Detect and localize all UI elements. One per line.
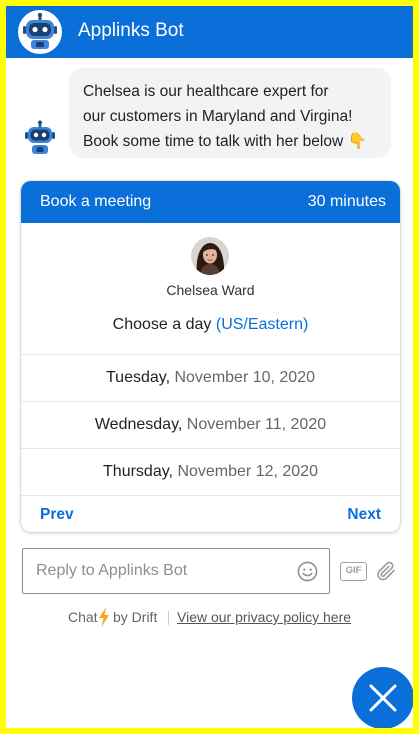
paperclip-icon[interactable]: [374, 559, 398, 583]
day-weekday: Wednesday,: [94, 416, 183, 433]
footer-divider: [168, 611, 169, 625]
robot-icon: [25, 120, 55, 154]
close-chat-button[interactable]: [352, 667, 413, 728]
lightning-bolt-icon: [99, 607, 109, 627]
day-option-thursday[interactable]: Thursday, November 12, 2020: [21, 448, 400, 495]
prev-button[interactable]: Prev: [40, 506, 74, 524]
day-date: November 12, 2020: [177, 463, 318, 480]
reply-box: [22, 548, 330, 594]
privacy-policy-link[interactable]: View our privacy policy here: [177, 609, 351, 625]
gif-button[interactable]: GIF: [340, 562, 367, 581]
day-option-wednesday[interactable]: Wednesday, November 11, 2020: [21, 401, 400, 448]
agent-photo-image: [191, 237, 229, 275]
message-line: Chelsea is our healthcare expert for: [83, 83, 329, 100]
chat-widget: Applinks Bot Chelsea is our healthcare e…: [6, 6, 413, 728]
day-date: November 11, 2020: [186, 416, 327, 433]
message-text: Book some time to talk with her below: [83, 133, 344, 150]
meeting-card: Book a meeting 30 minutes Chelsea Ward C…: [21, 181, 400, 532]
agent-avatar: [191, 237, 229, 275]
choose-day-label: Choose a day (US/Eastern): [21, 316, 400, 334]
meeting-duration: 30 minutes: [307, 193, 386, 210]
message-line: our customers in Maryland and Virgina!: [83, 108, 353, 125]
emoji-icon[interactable]: [297, 561, 318, 582]
header-title: Applinks Bot: [78, 20, 184, 41]
reply-input[interactable]: [23, 549, 293, 593]
day-date: November 10, 2020: [174, 369, 315, 386]
day-weekday: Tuesday,: [105, 369, 171, 386]
meeting-title: Book a meeting: [40, 193, 152, 210]
bot-message-bubble: Chelsea is our healthcare expert for our…: [69, 68, 391, 158]
timezone-link[interactable]: (US/Eastern): [216, 316, 308, 333]
close-icon: [369, 684, 397, 712]
next-button[interactable]: Next: [347, 506, 381, 524]
chat-header: Applinks Bot: [6, 6, 413, 58]
pointing-down-emoji: 👇: [347, 133, 367, 150]
meeting-card-header: Book a meeting 30 minutes: [21, 181, 400, 223]
robot-icon: [18, 10, 62, 54]
footer-chat-label: Chat: [68, 609, 98, 625]
footer-by-drift: by Drift: [113, 609, 158, 625]
chat-footer: Chat by Drift View our privacy policy he…: [6, 607, 413, 629]
choose-day-text: Choose a day: [112, 316, 212, 333]
agent-name: Chelsea Ward: [166, 282, 255, 298]
message-line: Book some time to talk with her below 👇: [83, 129, 377, 154]
meeting-pagination: Prev Next: [21, 495, 400, 532]
day-weekday: Thursday,: [103, 463, 173, 480]
day-option-tuesday[interactable]: Tuesday, November 10, 2020: [21, 354, 400, 401]
